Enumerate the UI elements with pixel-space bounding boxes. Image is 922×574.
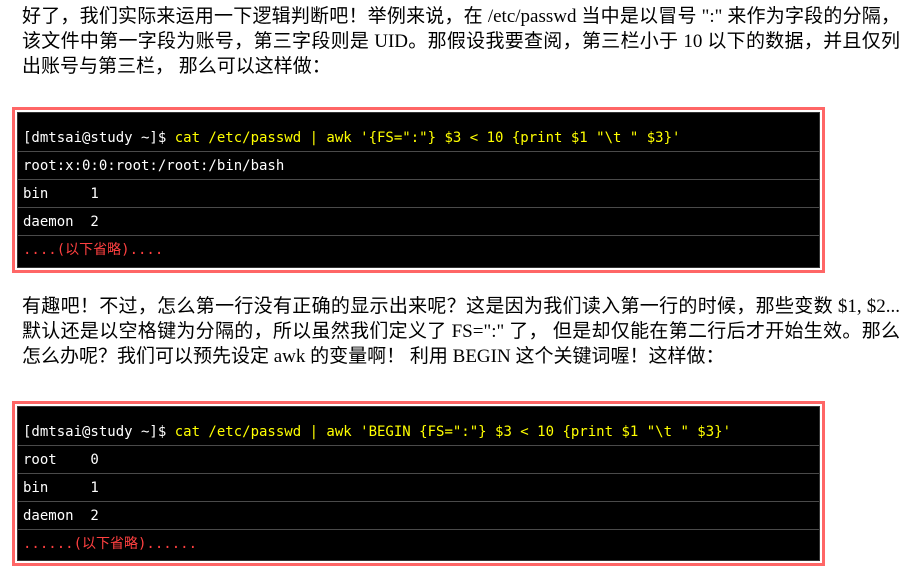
awk-command: cat /etc/passwd | awk 'BEGIN {FS=":"} $3… xyxy=(174,424,732,440)
intro-paragraph: 好了，我们实际来运用一下逻辑判断吧！举例来说，在 /etc/passwd 当中是… xyxy=(22,6,900,77)
shell-prompt: [dmtsai@study ~]$ xyxy=(23,130,175,146)
code-example-2: [dmtsai@study ~]$ cat /etc/passwd | awk … xyxy=(12,401,825,566)
command-line: [dmtsai@study ~]$ cat /etc/passwd | awk … xyxy=(18,418,819,446)
output-line: bin 1 xyxy=(18,474,819,502)
omitted-note: ....(以下省略).... xyxy=(23,242,164,258)
omitted-note: ......(以下省略)...... xyxy=(23,536,198,552)
terminal-block: [dmtsai@study ~]$ cat /etc/passwd | awk … xyxy=(17,406,820,561)
output-line: bin 1 xyxy=(18,180,819,208)
output-line: daemon 2 xyxy=(18,502,819,530)
explanation-paragraph: 有趣吧！不过，怎么第一行没有正确的显示出来呢？这是因为我们读入第一行的时候，那些… xyxy=(22,296,900,367)
output-line: root 0 xyxy=(18,446,819,474)
code-example-1: [dmtsai@study ~]$ cat /etc/passwd | awk … xyxy=(12,107,825,273)
awk-command: cat /etc/passwd | awk '{FS=":"} $3 < 10 … xyxy=(174,130,681,146)
output-line: daemon 2 xyxy=(18,208,819,236)
output-line: root:x:0:0:root:/root:/bin/bash xyxy=(18,152,819,180)
terminal-block: [dmtsai@study ~]$ cat /etc/passwd | awk … xyxy=(17,112,820,268)
shell-prompt: [dmtsai@study ~]$ xyxy=(23,424,175,440)
command-line: [dmtsai@study ~]$ cat /etc/passwd | awk … xyxy=(18,124,819,152)
